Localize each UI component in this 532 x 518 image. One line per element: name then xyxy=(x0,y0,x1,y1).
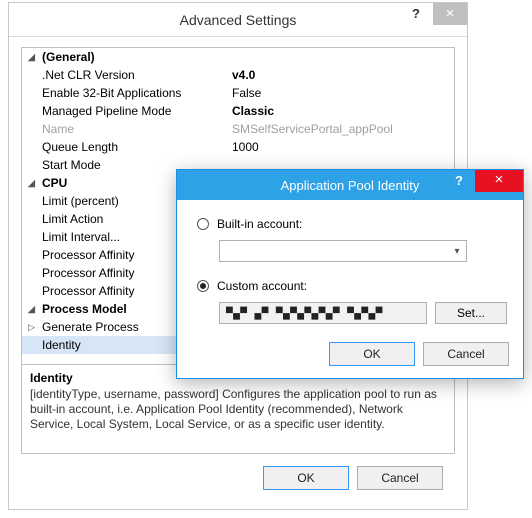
builtin-account-label: Built-in account: xyxy=(217,217,302,231)
row-enable-32bit[interactable]: Enable 32-Bit Applications False xyxy=(22,84,454,102)
cancel-button[interactable]: Cancel xyxy=(357,466,443,490)
row-queue-length[interactable]: Queue Length 1000 xyxy=(22,138,454,156)
radio-icon[interactable] xyxy=(197,280,209,292)
collapse-icon[interactable]: ◢ xyxy=(28,48,42,66)
collapse-icon[interactable]: ◢ xyxy=(28,174,42,192)
row-managed-pipeline[interactable]: Managed Pipeline Mode Classic xyxy=(22,102,454,120)
custom-account-label: Custom account: xyxy=(217,279,307,293)
builtin-account-combo[interactable]: ▾ xyxy=(219,240,467,262)
custom-account-field[interactable]: ▀▄▀ ▄▀ ▀▄▀▄▀▄▀▄▀ ▀▄▀▄▀ xyxy=(219,302,427,324)
expand-icon[interactable]: ▷ xyxy=(28,318,42,336)
advanced-settings-titlebar: Advanced Settings ? × xyxy=(9,3,467,37)
collapse-icon[interactable]: ◢ xyxy=(28,300,42,318)
advanced-settings-title: Advanced Settings xyxy=(180,12,297,28)
description-text: [identityType, username, password] Confi… xyxy=(30,387,446,432)
dialog-close-button[interactable]: × xyxy=(475,170,523,192)
app-pool-identity-dialog: Application Pool Identity ? × Built-in a… xyxy=(176,169,524,379)
radio-icon[interactable] xyxy=(197,218,209,230)
dialog-cancel-button[interactable]: Cancel xyxy=(423,342,509,366)
help-button[interactable]: ? xyxy=(399,3,433,25)
custom-account-option[interactable]: Custom account: xyxy=(197,276,507,296)
category-general[interactable]: ◢ (General) xyxy=(22,48,454,66)
dialog-ok-button[interactable]: OK xyxy=(329,342,415,366)
set-button[interactable]: Set... xyxy=(435,302,507,324)
dialog-titlebar: Application Pool Identity ? × xyxy=(177,170,523,200)
ok-button[interactable]: OK xyxy=(263,466,349,490)
builtin-account-option[interactable]: Built-in account: xyxy=(197,214,507,234)
chevron-down-icon[interactable]: ▾ xyxy=(448,246,466,257)
row-net-clr-version[interactable]: .Net CLR Version v4.0 xyxy=(22,66,454,84)
dialog-help-button[interactable]: ? xyxy=(443,170,475,192)
row-name: Name SMSelfServicePortal_appPool xyxy=(22,120,454,138)
close-button[interactable]: × xyxy=(433,3,467,25)
dialog-title: Application Pool Identity xyxy=(281,178,420,193)
